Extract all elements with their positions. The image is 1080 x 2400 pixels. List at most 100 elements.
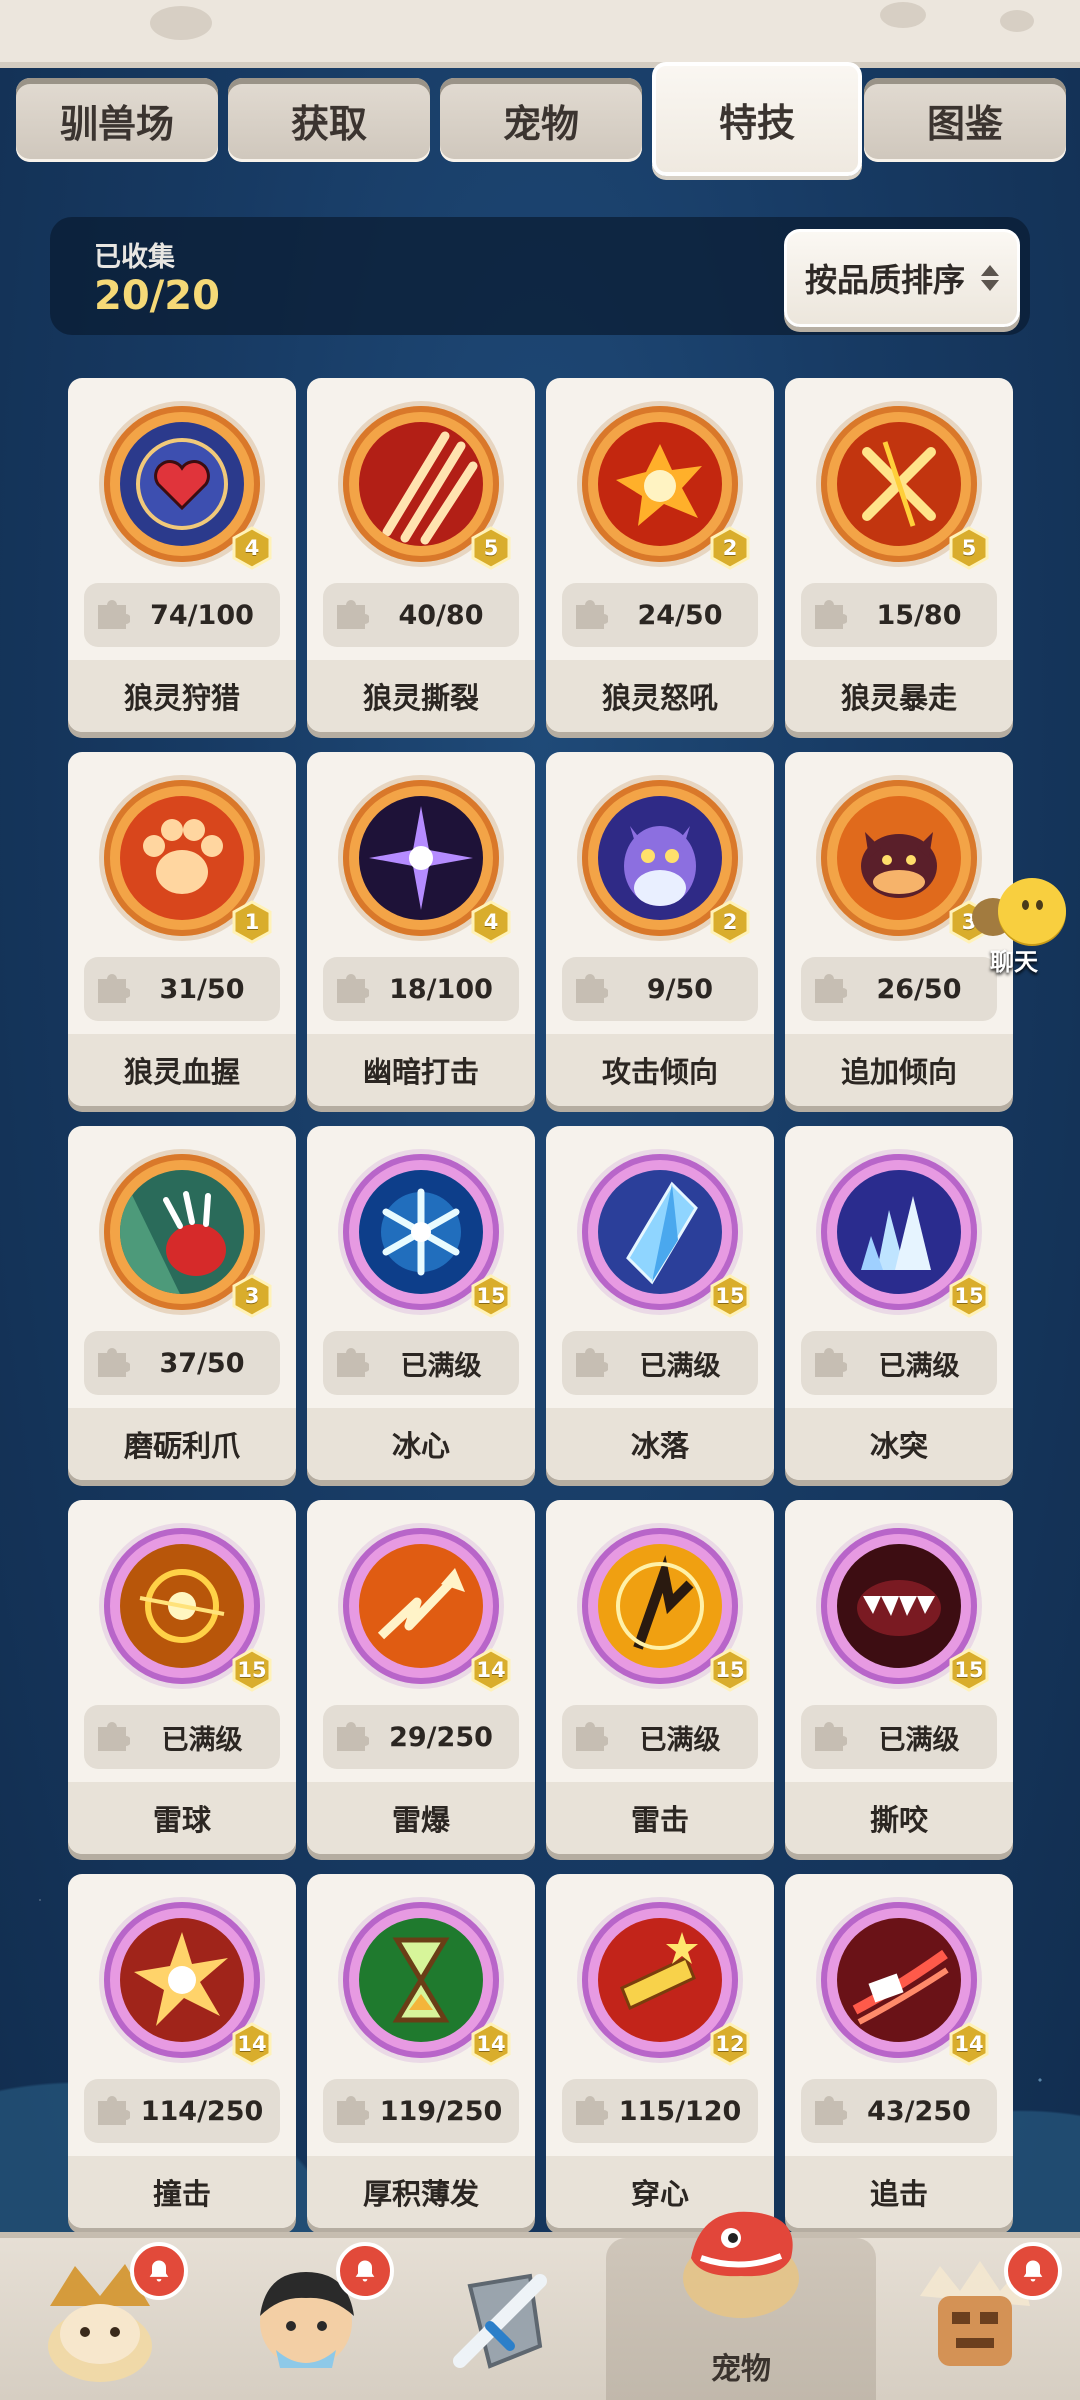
nav-caveman[interactable]	[30, 2242, 190, 2396]
skill-level: 12	[715, 2032, 745, 2056]
skill-fragment-progress: 114/250	[84, 2079, 280, 2143]
skill-level: 3	[244, 1284, 260, 1308]
skill-card[interactable]: 5 15/80 狼灵暴走	[785, 378, 1013, 732]
skill-card[interactable]: 14 114/250 撞击	[68, 1874, 296, 2228]
skill-fragment-progress: 26/50	[801, 957, 997, 1021]
skill-fragment-progress: 9/50	[562, 957, 758, 1021]
skill-icon-frame: 12	[582, 1902, 750, 2066]
skill-progress-value: 已满级	[639, 1724, 721, 1756]
notification-bell-icon	[130, 2242, 188, 2300]
skill-card[interactable]: 1 31/50 狼灵血握	[68, 752, 296, 1106]
tab-skills[interactable]: 特技	[652, 62, 862, 176]
skill-card[interactable]: 3 37/50 磨砺利爪	[68, 1126, 296, 1480]
skill-level-badge: 15	[710, 1648, 750, 1692]
skill-card[interactable]: 4 18/100 幽暗打击	[307, 752, 535, 1106]
puzzle-piece-icon	[98, 974, 130, 1003]
skill-name: 狼灵狩猎	[68, 660, 296, 732]
skill-name: 狼灵血握	[68, 1034, 296, 1106]
tab-codex[interactable]: 图鉴	[864, 78, 1066, 162]
skill-name: 冰落	[546, 1408, 774, 1480]
puzzle-piece-icon	[576, 1348, 608, 1377]
skill-name: 狼灵撕裂	[307, 660, 535, 732]
chat-emoji-icon	[998, 878, 1066, 944]
skill-level-badge: 14	[232, 2022, 272, 2066]
skill-level-badge: 12	[710, 2022, 750, 2066]
skill-level-badge: 1	[232, 900, 272, 944]
skill-level-badge: 14	[471, 2022, 511, 2066]
explosion-icon	[598, 422, 722, 546]
skill-card[interactable]: 12 115/120 穿心	[546, 1874, 774, 2228]
skill-progress-value: 已满级	[878, 1350, 960, 1382]
skill-card[interactable]: 14 29/250 雷爆	[307, 1500, 535, 1854]
nav-hero[interactable]	[236, 2242, 396, 2396]
skill-icon-frame: 15	[104, 1528, 272, 1692]
nav-equipment[interactable]	[430, 2246, 590, 2396]
skill-card[interactable]: 14 43/250 追击	[785, 1874, 1013, 2228]
skill-name: 狼灵怒吼	[546, 660, 774, 732]
skill-level: 5	[961, 536, 977, 560]
paw-icon	[120, 796, 244, 920]
skill-progress-value: 26/50	[876, 973, 962, 1005]
nav-pets-label: 宠物	[711, 2352, 771, 2387]
skill-level: 5	[483, 536, 499, 560]
sort-by-quality-button[interactable]: 按品质排序	[784, 229, 1020, 327]
puzzle-piece-icon	[337, 600, 369, 629]
skill-progress-value: 已满级	[878, 1724, 960, 1756]
nav-pets[interactable]: 宠物	[606, 2211, 876, 2400]
hourglass-icon	[359, 1918, 483, 2042]
skill-card[interactable]: 15 已满级 冰落	[546, 1126, 774, 1480]
skill-level-badge: 3	[232, 1274, 272, 1318]
skill-level: 14	[476, 1658, 506, 1682]
dark-star-icon	[359, 796, 483, 920]
skill-level-badge: 15	[471, 1274, 511, 1318]
notification-bell-icon	[1004, 2242, 1062, 2300]
skill-level-badge: 4	[232, 526, 272, 570]
skill-fragment-progress: 37/50	[84, 1331, 280, 1395]
skill-card[interactable]: 14 119/250 厚积薄发	[307, 1874, 535, 2228]
skill-card[interactable]: 2 24/50 狼灵怒吼	[546, 378, 774, 732]
pet-dino-icon	[683, 2211, 799, 2318]
skill-progress-value: 29/250	[389, 1721, 493, 1753]
skill-name: 雷爆	[307, 1782, 535, 1854]
skill-fragment-progress: 已满级	[801, 1331, 997, 1395]
skill-level-badge: 15	[710, 1274, 750, 1318]
skill-level: 15	[954, 1284, 984, 1308]
tab-beast-arena[interactable]: 驯兽场	[16, 78, 218, 162]
skill-card[interactable]: 15 已满级 冰突	[785, 1126, 1013, 1480]
top-stone-bar	[0, 0, 1080, 68]
skill-level-badge: 15	[949, 1274, 989, 1318]
puzzle-piece-icon	[576, 1722, 608, 1751]
skill-card[interactable]: 15 已满级 撕咬	[785, 1500, 1013, 1854]
chat-button[interactable]: 聊天	[972, 878, 1076, 978]
puzzle-piece-icon	[98, 2096, 130, 2125]
nav-totem[interactable]	[900, 2242, 1062, 2396]
tab-obtain[interactable]: 获取	[228, 78, 430, 162]
skill-level-badge: 14	[949, 2022, 989, 2066]
skill-fragment-progress: 115/120	[562, 2079, 758, 2143]
skill-level: 15	[237, 1658, 267, 1682]
skill-card[interactable]: 15 已满级 雷球	[68, 1500, 296, 1854]
skill-icon-frame: 14	[343, 1528, 511, 1692]
claw-slash-icon	[359, 422, 483, 546]
pierce-stars-icon	[598, 1918, 722, 2042]
skill-fragment-progress: 已满级	[84, 1705, 280, 1769]
skill-card[interactable]: 15 已满级 冰心	[307, 1126, 535, 1480]
skill-card[interactable]: 5 40/80 狼灵撕裂	[307, 378, 535, 732]
owl-icon	[598, 796, 722, 920]
puzzle-piece-icon	[815, 600, 847, 629]
skill-progress-value: 43/250	[867, 2095, 971, 2127]
skill-icon-frame: 14	[104, 1902, 272, 2066]
collected-label: 已收集	[94, 242, 175, 273]
skill-progress-value: 115/120	[618, 2095, 742, 2127]
skill-level-badge: 15	[232, 1648, 272, 1692]
tab-pets[interactable]: 宠物	[440, 78, 642, 162]
skill-card[interactable]: 4 74/100 狼灵狩猎	[68, 378, 296, 732]
skill-card[interactable]: 15 已满级 雷击	[546, 1500, 774, 1854]
impact-burst-icon	[120, 1918, 244, 2042]
skill-level-badge: 14	[471, 1648, 511, 1692]
category-tabs: 驯兽场 获取 宠物 特技 图鉴	[16, 62, 1066, 176]
puzzle-piece-icon	[337, 2096, 369, 2125]
skill-card[interactable]: 2 9/50 攻击倾向	[546, 752, 774, 1106]
skill-progress-value: 已满级	[161, 1724, 243, 1756]
puzzle-piece-icon	[815, 1722, 847, 1751]
